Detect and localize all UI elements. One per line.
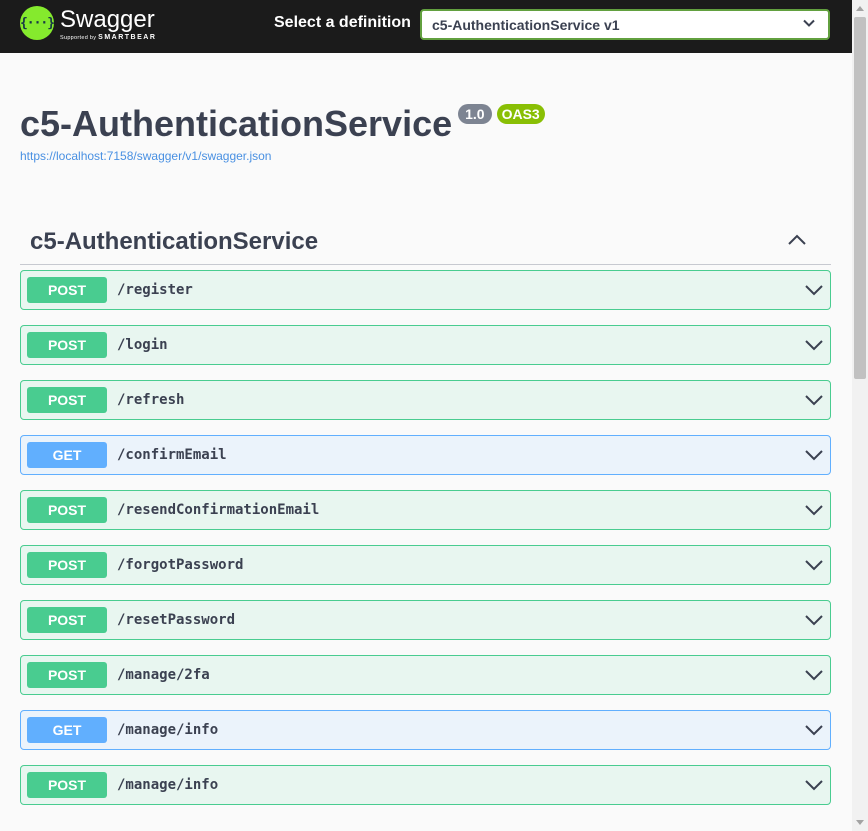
- chevron-down-icon[interactable]: [804, 612, 824, 628]
- page-title: c5-AuthenticationService: [20, 103, 453, 144]
- operation-post-row[interactable]: POST/manage/2fa: [20, 655, 831, 695]
- chevron-up-icon[interactable]: [787, 230, 807, 250]
- method-badge: POST: [27, 387, 107, 413]
- chevron-down-icon[interactable]: [804, 337, 824, 353]
- method-badge: POST: [27, 552, 107, 578]
- spec-url-link[interactable]: https://localhost:7158/swagger/v1/swagge…: [20, 149, 271, 163]
- top-bar: {···} Swagger Supported by SMARTBEAR Sel…: [0, 0, 852, 53]
- method-badge: POST: [27, 772, 107, 798]
- operation-path: /login: [117, 337, 168, 353]
- definition-select[interactable]: c5-AuthenticationService v1: [420, 9, 830, 40]
- scrollbar-thumb[interactable]: [854, 17, 866, 379]
- swagger-logo-icon: {···}: [19, 6, 55, 40]
- swagger-logo-glyph: {···}: [19, 15, 55, 31]
- chevron-down-icon: [803, 19, 815, 27]
- version-badge: 1.0: [458, 104, 492, 124]
- chevron-down-icon[interactable]: [804, 502, 824, 518]
- operation-get-row[interactable]: GET/confirmEmail: [20, 435, 831, 475]
- chevron-down-icon[interactable]: [804, 667, 824, 683]
- swagger-logo[interactable]: {···} Swagger Supported by SMARTBEAR: [20, 5, 156, 41]
- oas-badge: OAS3: [496, 104, 545, 124]
- swagger-wordmark: Swagger: [60, 6, 155, 33]
- method-badge: GET: [27, 442, 107, 468]
- operation-get-row[interactable]: GET/manage/info: [20, 710, 831, 750]
- chevron-down-icon[interactable]: [804, 777, 824, 793]
- chevron-down-icon[interactable]: [804, 392, 824, 408]
- operation-path: /manage/2fa: [117, 667, 210, 683]
- operation-path: /register: [117, 282, 193, 298]
- api-info: c5-AuthenticationService 1.0 OAS3: [20, 100, 545, 148]
- method-badge: POST: [27, 607, 107, 633]
- operation-path: /refresh: [117, 392, 185, 408]
- method-badge: POST: [27, 497, 107, 523]
- vertical-scrollbar[interactable]: [852, 0, 868, 831]
- supported-by-smartbear: Supported by SMARTBEAR: [60, 34, 157, 41]
- select-definition-label: Select a definition: [274, 14, 411, 31]
- operation-post-row[interactable]: POST/refresh: [20, 380, 831, 420]
- tag-section-header[interactable]: c5-AuthenticationService: [20, 220, 831, 265]
- chevron-down-icon[interactable]: [804, 447, 824, 463]
- scroll-up-arrow-icon[interactable]: [856, 6, 864, 11]
- definition-select-value: c5-AuthenticationService v1: [432, 16, 620, 33]
- chevron-down-icon[interactable]: [804, 557, 824, 573]
- chevron-down-icon[interactable]: [804, 282, 824, 298]
- chevron-down-icon[interactable]: [804, 722, 824, 738]
- operation-post-row[interactable]: POST/forgotPassword: [20, 545, 831, 585]
- operation-path: /resetPassword: [117, 612, 236, 628]
- operation-post-row[interactable]: POST/register: [20, 270, 831, 310]
- operation-post-row[interactable]: POST/resetPassword: [20, 600, 831, 640]
- operation-path: /resendConfirmationEmail: [117, 502, 320, 518]
- method-badge: POST: [27, 332, 107, 358]
- operation-post-row[interactable]: POST/manage/info: [20, 765, 831, 805]
- operation-path: /manage/info: [117, 722, 219, 738]
- tag-name: c5-AuthenticationService: [30, 228, 319, 255]
- method-badge: POST: [27, 277, 107, 303]
- operation-path: /confirmEmail: [117, 447, 227, 463]
- operation-path: /forgotPassword: [117, 557, 244, 573]
- method-badge: POST: [27, 662, 107, 688]
- operation-path: /manage/info: [117, 777, 219, 793]
- scroll-down-arrow-icon[interactable]: [856, 820, 864, 825]
- operation-post-row[interactable]: POST/login: [20, 325, 831, 365]
- method-badge: GET: [27, 717, 107, 743]
- operation-post-row[interactable]: POST/resendConfirmationEmail: [20, 490, 831, 530]
